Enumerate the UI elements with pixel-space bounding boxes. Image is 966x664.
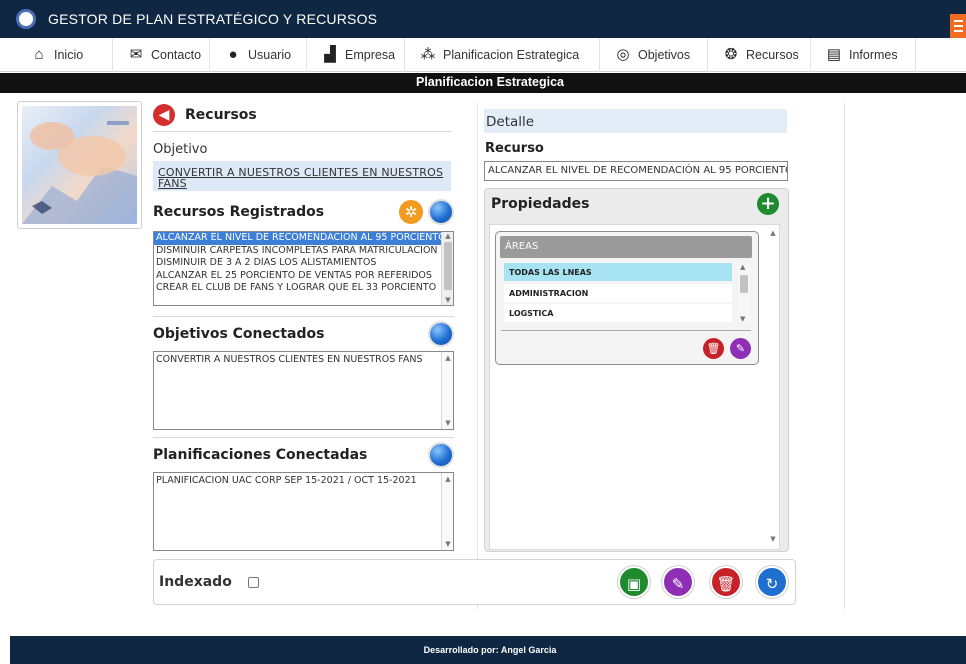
detalle-header: Detalle	[484, 109, 787, 133]
list-item[interactable]: ALCANZAR EL NIVEL DE RECOMENDACIÓN AL 95…	[154, 232, 453, 245]
nav-item-contacto[interactable]: ✉ Contacto	[113, 38, 210, 72]
area-item[interactable]: ADMINISTRACION	[504, 284, 732, 302]
network-icon: ⁂	[420, 46, 436, 63]
refresh-button[interactable]: ↻	[756, 566, 788, 598]
add-property-icon[interactable]: +	[757, 193, 779, 215]
delete-button[interactable]: 🗑	[710, 566, 742, 598]
scroll-down-icon[interactable]: ▼	[444, 296, 452, 304]
area-item[interactable]: TODAS LAS LNEAS	[504, 263, 732, 281]
target-icon: ◎	[616, 46, 630, 63]
nav-item-planificacion[interactable]: ⁂ Planificacion Estrategica	[405, 38, 600, 72]
scroll-down-icon[interactable]: ▼	[444, 419, 452, 427]
objetivos-conectados-title: Objetivos Conectados	[153, 326, 325, 342]
nav-label: Empresa	[345, 48, 396, 62]
scroll-up-icon[interactable]: ▲	[444, 475, 452, 483]
nav-item-inicio[interactable]: ⌂ Inicio	[16, 38, 113, 72]
divider	[153, 131, 451, 132]
area-item[interactable]: LOGSTICA	[504, 304, 732, 322]
list-scrollbar[interactable]: ▲ ▼	[441, 473, 453, 550]
nav-label: Usuario	[248, 48, 292, 62]
hamburger-menu-icon[interactable]	[950, 14, 966, 38]
scroll-down-icon[interactable]: ▼	[769, 535, 777, 543]
nav-item-recursos[interactable]: ❂ Recursos	[708, 38, 811, 72]
delete-area-icon[interactable]: 🗑	[703, 338, 724, 359]
nav-item-empresa[interactable]: ▟ Empresa	[307, 38, 405, 72]
app-logo-icon	[16, 9, 36, 29]
scroll-up-icon[interactable]: ▲	[740, 263, 745, 271]
divider	[153, 437, 454, 438]
footer-credit: Desarrollado por: Angel Garcia	[423, 645, 557, 655]
nav-label: Informes	[849, 48, 898, 62]
nav-label: Recursos	[746, 48, 799, 62]
back-arrow-icon[interactable]: ◀	[153, 104, 175, 126]
business-handshake-image	[22, 106, 137, 224]
recurso-label: Recurso	[485, 141, 544, 156]
objetivo-label: Objetivo	[153, 142, 208, 157]
divider	[153, 316, 454, 317]
nav-label: Objetivos	[638, 48, 691, 62]
nav-item-usuario[interactable]: ● Usuario	[210, 38, 307, 72]
nav-label: Planificacion Estrategica	[443, 48, 580, 62]
scroll-thumb[interactable]	[740, 275, 748, 293]
divider	[501, 330, 751, 331]
user-icon: ●	[228, 46, 238, 63]
filter-icon[interactable]: ✲	[399, 200, 423, 224]
page-title: Recursos	[185, 107, 257, 123]
app-header: GESTOR DE PLAN ESTRATÉGICO Y RECURSOS	[0, 0, 966, 38]
scroll-thumb[interactable]	[444, 242, 452, 290]
list-item[interactable]: CREAR EL CLUB DE FANS Y LOGRAR QUE EL 33…	[154, 282, 453, 295]
section-title-bar: Planificacion Estrategica	[0, 73, 966, 93]
building-icon: ▟	[324, 46, 336, 63]
scroll-down-icon[interactable]: ▼	[444, 540, 452, 548]
indexado-checkbox[interactable]	[248, 577, 259, 588]
resource-image-card	[17, 101, 142, 229]
nav-label: Contacto	[151, 48, 202, 62]
indexado-label: Indexado	[159, 574, 232, 590]
mail-icon: ✉	[129, 46, 143, 63]
edit-area-icon[interactable]: ✎	[730, 338, 751, 359]
areas-scrollbar[interactable]: ▲ ▼	[738, 263, 750, 323]
propiedades-scrollbar[interactable]: ▲ ▼	[767, 225, 779, 549]
planificaciones-conectadas-title: Planificaciones Conectadas	[153, 447, 368, 463]
list-item[interactable]: DISMINUIR CARPETAS INCOMPLETAS PARA MATR…	[154, 245, 453, 258]
recurso-field[interactable]: ALCANZAR EL NIVEL DE RECOMENDACIÓN AL 95…	[484, 161, 788, 181]
scroll-down-icon[interactable]: ▼	[740, 315, 745, 323]
nav-item-informes[interactable]: ▤ Informes	[811, 38, 916, 72]
coins-icon: ❂	[724, 46, 738, 63]
nav-label: Inicio	[54, 48, 84, 62]
nav-item-objetivos[interactable]: ◎ Objetivos	[600, 38, 708, 72]
propiedades-title: Propiedades	[491, 196, 590, 212]
scroll-up-icon[interactable]: ▲	[444, 232, 452, 240]
areas-header: ÁREAS	[500, 236, 752, 258]
list-item[interactable]: ALCANZAR EL 25 PORCIENTO DE VENTAS POR R…	[154, 270, 453, 283]
list-item[interactable]: DISMINUIR DE 3 A 2 DÍAS LOS ALISTAMIENTO…	[154, 257, 453, 270]
connect-objetivos-icon[interactable]	[428, 321, 454, 347]
recursos-registrados-list[interactable]: ALCANZAR EL NIVEL DE RECOMENDACIÓN AL 95…	[153, 231, 454, 306]
scroll-up-icon[interactable]: ▲	[444, 354, 452, 362]
recursos-registrados-title: Recursos Registrados	[153, 204, 325, 220]
save-button[interactable]: ▣	[618, 566, 650, 598]
section-title: Planificacion Estrategica	[416, 75, 564, 89]
connect-planificaciones-icon[interactable]	[428, 442, 454, 468]
scroll-up-icon[interactable]: ▲	[769, 229, 777, 237]
main-nav: ⌂ Inicio ✉ Contacto ● Usuario ▟ Empresa …	[0, 38, 966, 72]
list-scrollbar[interactable]: ▲ ▼	[441, 232, 453, 305]
report-icon: ▤	[826, 46, 842, 63]
footer: Desarrollado por: Angel Garcia	[10, 636, 966, 664]
app-title: GESTOR DE PLAN ESTRATÉGICO Y RECURSOS	[48, 11, 378, 27]
objetivo-value: CONVERTIR A NUESTROS CLIENTES EN NUESTRO…	[153, 161, 451, 191]
list-item[interactable]: CONVERTIR A NUESTROS CLIENTES EN NUESTRO…	[154, 354, 453, 367]
connect-icon[interactable]	[428, 199, 454, 225]
list-scrollbar[interactable]: ▲ ▼	[441, 352, 453, 429]
edit-button[interactable]: ✎	[662, 566, 694, 598]
home-icon: ⌂	[34, 46, 44, 63]
list-item[interactable]: PLANIFICACION UAC CORP SEP 15-2021 / OCT…	[154, 475, 453, 488]
recursos-header: ◀ Recursos	[153, 104, 257, 126]
planificaciones-conectadas-list[interactable]: PLANIFICACION UAC CORP SEP 15-2021 / OCT…	[153, 472, 454, 551]
objetivos-conectados-list[interactable]: CONVERTIR A NUESTROS CLIENTES EN NUESTRO…	[153, 351, 454, 430]
